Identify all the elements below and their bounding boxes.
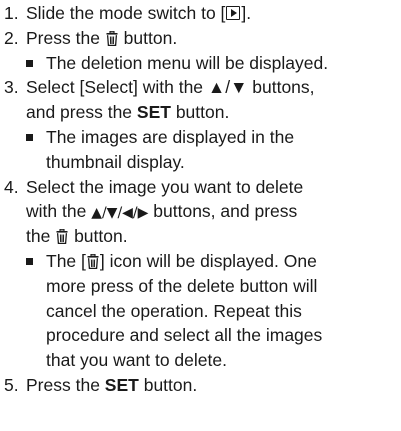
- note-text: The images are displayed in the: [46, 126, 295, 147]
- step-2: 2. Press the button.: [4, 26, 401, 51]
- step-4-note-cont: that you want to delete.: [4, 348, 401, 373]
- step-text: button.: [118, 27, 178, 48]
- note-text: ] icon will be displayed. One: [99, 250, 317, 271]
- step-number: 5.: [4, 374, 19, 395]
- trash-icon: [106, 30, 118, 46]
- step-5: 5. Press the SET button.: [4, 373, 401, 398]
- playback-mode-icon: [226, 6, 241, 20]
- step-3-cont: and press the SET button.: [4, 100, 401, 125]
- step-text: buttons, and press: [148, 201, 298, 222]
- step-4-cont-2: the button.: [4, 224, 401, 249]
- step-3-note: The images are displayed in the: [4, 125, 401, 150]
- step-4-note-cont: procedure and select all the images: [4, 323, 401, 348]
- step-text: button.: [69, 226, 128, 247]
- step-4-note: The [ ] icon will be displayed. One: [4, 249, 401, 274]
- note-text: cancel the operation. Repeat this: [46, 300, 302, 321]
- note-text: that you want to delete.: [46, 350, 227, 371]
- step-3: 3. Select [Select] with the ▲/▼ buttons,: [4, 75, 401, 100]
- step-4-cont: with the ▲/▼/◀/▶ buttons, and press: [4, 199, 401, 224]
- step-number: 3.: [4, 77, 19, 98]
- note-text: more press of the delete button will: [46, 275, 318, 296]
- note-text: The [: [46, 250, 86, 271]
- step-text: the: [26, 226, 56, 247]
- instruction-document: 1. Slide the mode switch to []. 2. Press…: [4, 1, 401, 398]
- step-3-note-cont: thumbnail display.: [4, 150, 401, 175]
- note-text: procedure and select all the images: [46, 325, 323, 346]
- step-2-note: The deletion menu will be displayed.: [4, 51, 401, 76]
- step-text: ].: [241, 3, 252, 23]
- trash-icon: [87, 253, 99, 269]
- step-1: 1. Slide the mode switch to [].: [4, 1, 401, 26]
- set-label: SET: [136, 102, 171, 123]
- note-text: thumbnail display.: [46, 151, 185, 172]
- step-text: with the: [26, 201, 92, 222]
- step-4-note-cont: more press of the delete button will: [4, 274, 401, 299]
- step-text: and press the: [26, 102, 137, 123]
- bullet: [26, 257, 33, 265]
- step-text: button.: [170, 102, 230, 123]
- step-text: Select the image you want to delete: [26, 176, 304, 197]
- step-text: button.: [138, 374, 198, 395]
- note-text: The deletion menu will be displayed.: [46, 52, 329, 73]
- bullet: [26, 133, 33, 141]
- bullet: [26, 59, 33, 67]
- step-4: 4. Select the image you want to delete: [4, 175, 401, 200]
- step-text: Press the: [26, 374, 105, 395]
- step-number: 1.: [4, 3, 19, 23]
- step-number: 2.: [4, 27, 19, 48]
- trash-icon: [56, 229, 68, 245]
- step-4-note-cont: cancel the operation. Repeat this: [4, 299, 401, 324]
- step-number: 4.: [4, 176, 19, 197]
- set-label: SET: [104, 374, 139, 395]
- step-text: Press the: [26, 27, 105, 48]
- direction-arrows: ▲/▼/◀/▶: [91, 205, 149, 222]
- step-text: Select [Select] with the ▲/▼ buttons,: [26, 77, 315, 98]
- step-text: Slide the mode switch to [: [26, 3, 226, 23]
